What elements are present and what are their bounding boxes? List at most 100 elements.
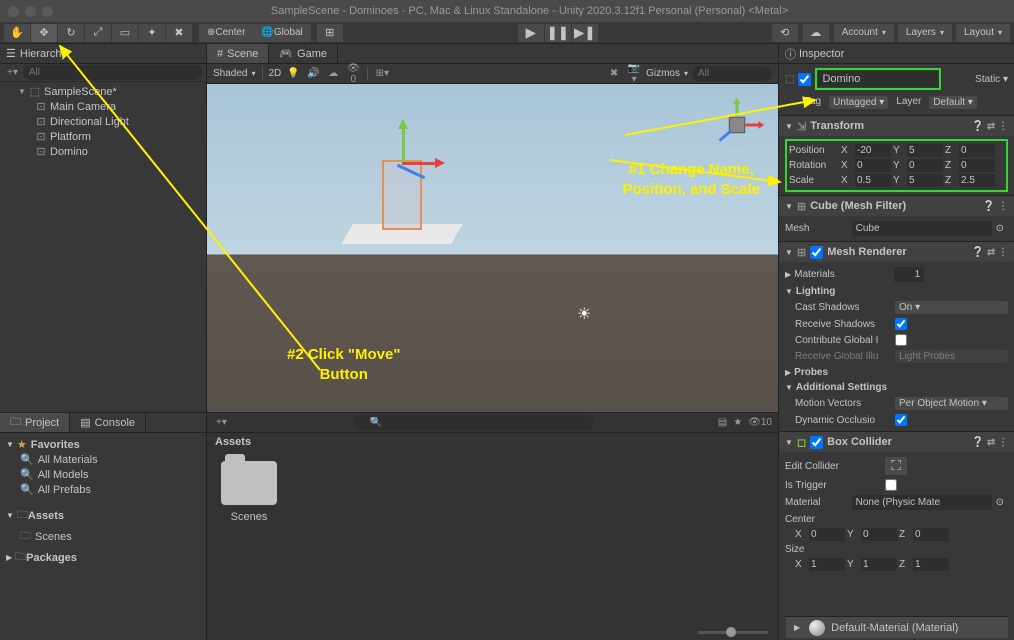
scenes-folder-item[interactable]: 🗀Scenes xyxy=(0,526,206,547)
lighting-label[interactable]: Lighting xyxy=(796,286,835,297)
2d-toggle[interactable]: 2D xyxy=(269,68,282,79)
snap-button[interactable]: ⊞ xyxy=(317,24,343,42)
rotation-x-field[interactable] xyxy=(855,159,891,172)
maximize-window-icon[interactable] xyxy=(42,6,53,17)
light-icon[interactable]: 💡 xyxy=(285,68,301,79)
rotation-z-field[interactable] xyxy=(959,159,995,172)
static-dropdown[interactable]: Static ▾ xyxy=(975,74,1008,85)
rotation-y-field[interactable] xyxy=(907,159,943,172)
hierarchy-create-button[interactable]: +▾ xyxy=(4,67,21,78)
receive-shadows-checkbox[interactable] xyxy=(895,318,907,330)
scale-tool-button[interactable]: ⤢ xyxy=(85,24,111,42)
edit-collider-button[interactable]: ⛶ xyxy=(885,457,907,475)
size-z-field[interactable] xyxy=(913,558,949,571)
scene-tab[interactable]: #Scene xyxy=(207,44,269,63)
custom-tool-button[interactable]: ✖ xyxy=(166,24,192,42)
mesh-field[interactable] xyxy=(852,221,992,236)
transform-header[interactable]: ▼ ⇲ Transform ❔ ⇄ ⋮ xyxy=(779,116,1014,136)
all-materials-item[interactable]: 🔍All Materials xyxy=(0,452,206,467)
account-dropdown[interactable]: Account xyxy=(834,24,894,42)
center-z-field[interactable] xyxy=(913,528,949,541)
layout-dropdown[interactable]: Layout xyxy=(956,24,1010,42)
gizmos-dropdown[interactable]: Gizmos xyxy=(646,68,680,79)
filter-icon[interactable]: ▤ xyxy=(718,417,727,428)
hierarchy-item-platform[interactable]: ⊡ Platform xyxy=(0,129,206,144)
grid-icon[interactable]: ⊞▾ xyxy=(374,68,390,79)
transform-tool-button[interactable]: ✦ xyxy=(139,24,165,42)
favorite-icon[interactable]: ★ xyxy=(733,417,742,428)
audio-icon[interactable]: 🔊 xyxy=(305,68,321,79)
position-y-field[interactable] xyxy=(907,144,943,157)
hidden-icon[interactable]: 👁0 xyxy=(345,63,361,85)
fx-icon[interactable]: ☁ xyxy=(325,68,341,79)
mesh-renderer-header[interactable]: ▼ ⊞ Mesh Renderer ❔ ⇄ ⋮ xyxy=(779,242,1014,262)
box-collider-enable-checkbox[interactable] xyxy=(810,436,823,449)
tag-dropdown[interactable]: Untagged ▾ xyxy=(829,96,888,109)
position-z-field[interactable] xyxy=(959,144,995,157)
gameobject-active-checkbox[interactable] xyxy=(798,73,811,86)
contribute-gi-checkbox[interactable] xyxy=(895,334,907,346)
hierarchy-item-light[interactable]: ⊡ Directional Light xyxy=(0,114,206,129)
minimize-window-icon[interactable] xyxy=(25,6,36,17)
scene-view[interactable]: Persp ☀ #1 Change Name, Position, and Sc… xyxy=(207,84,778,412)
gameobject-name-input[interactable] xyxy=(818,71,938,87)
inspector-tab[interactable]: Inspector xyxy=(779,44,1014,64)
motion-vectors-dropdown[interactable]: Per Object Motion ▾ xyxy=(895,397,1008,410)
game-tab[interactable]: 🎮Game xyxy=(269,44,338,63)
default-material-row[interactable]: ▶ Default-Material (Material) xyxy=(786,616,1008,638)
favorites-folder[interactable]: ▼★Favorites xyxy=(0,437,206,452)
move-x-handle[interactable] xyxy=(402,162,442,165)
all-models-item[interactable]: 🔍All Models xyxy=(0,467,206,482)
scene-search-input[interactable] xyxy=(692,66,772,81)
assets-folder[interactable]: ▼🗀 Assets xyxy=(0,505,206,526)
scale-y-field[interactable] xyxy=(907,174,943,187)
object-picker-icon[interactable]: ⊙ xyxy=(992,223,1008,234)
hand-tool-button[interactable]: ✋ xyxy=(4,24,30,42)
move-y-handle[interactable] xyxy=(402,122,405,162)
collab-button[interactable]: ⟲ xyxy=(772,24,798,42)
position-x-field[interactable] xyxy=(855,144,891,157)
global-local-button[interactable]: 🌐 Global xyxy=(253,24,310,42)
console-tab[interactable]: ▤Console xyxy=(70,413,146,432)
hidden-icon[interactable]: 👁10 xyxy=(748,417,772,428)
collider-material-field[interactable] xyxy=(852,495,992,510)
camera-icon[interactable]: 📷▾ xyxy=(626,63,642,85)
domino-object[interactable] xyxy=(382,160,422,230)
mesh-filter-header[interactable]: ▼ ⊞ Cube (Mesh Filter) ❔ ⋮ xyxy=(779,196,1014,216)
close-window-icon[interactable] xyxy=(8,6,19,17)
dynamic-occ-checkbox[interactable] xyxy=(895,414,907,426)
pause-button[interactable]: ❚❚ xyxy=(545,24,571,42)
layer-dropdown[interactable]: Default ▾ xyxy=(929,96,977,109)
size-x-field[interactable] xyxy=(809,558,845,571)
all-prefabs-item[interactable]: 🔍All Prefabs xyxy=(0,482,206,497)
move-z-handle[interactable] xyxy=(396,164,424,179)
assets-create-button[interactable]: +▾ xyxy=(213,417,230,428)
project-tab[interactable]: 🗀Project xyxy=(0,413,70,432)
center-x-field[interactable] xyxy=(809,528,845,541)
additional-label[interactable]: Additional Settings xyxy=(796,382,887,393)
is-trigger-checkbox[interactable] xyxy=(885,479,897,491)
pivot-center-button[interactable]: ⊕ Center xyxy=(199,24,253,42)
shading-mode-dropdown[interactable]: Shaded xyxy=(213,68,247,79)
move-tool-button[interactable]: ✥ xyxy=(31,24,57,42)
hierarchy-search-input[interactable] xyxy=(23,65,202,80)
orientation-gizmo[interactable]: Persp xyxy=(708,96,766,154)
layers-dropdown[interactable]: Layers xyxy=(898,24,952,42)
hierarchy-tab[interactable]: ☰ Hierarchy xyxy=(0,44,206,64)
hierarchy-item-domino[interactable]: ⊡ Domino xyxy=(0,144,206,159)
cast-shadows-dropdown[interactable]: On ▾ xyxy=(895,301,1008,314)
assets-breadcrumb[interactable]: Assets xyxy=(207,433,778,451)
probes-label[interactable]: Probes xyxy=(794,367,828,378)
scale-x-field[interactable] xyxy=(855,174,891,187)
size-y-field[interactable] xyxy=(861,558,897,571)
packages-folder[interactable]: ▶🗀 Packages xyxy=(0,547,206,568)
scale-z-field[interactable] xyxy=(959,174,995,187)
scenes-folder-tile[interactable]: Scenes xyxy=(217,461,281,523)
box-collider-header[interactable]: ▼ ◻ Box Collider ❔ ⇄ ⋮ xyxy=(779,432,1014,452)
thumbnail-size-slider[interactable] xyxy=(207,624,778,640)
object-picker-icon[interactable]: ⊙ xyxy=(992,497,1008,508)
materials-count-field[interactable] xyxy=(894,267,924,282)
tools-icon[interactable]: ✖ xyxy=(606,68,622,79)
play-button[interactable]: ▶ xyxy=(518,24,544,42)
mesh-renderer-enable-checkbox[interactable] xyxy=(810,246,823,259)
